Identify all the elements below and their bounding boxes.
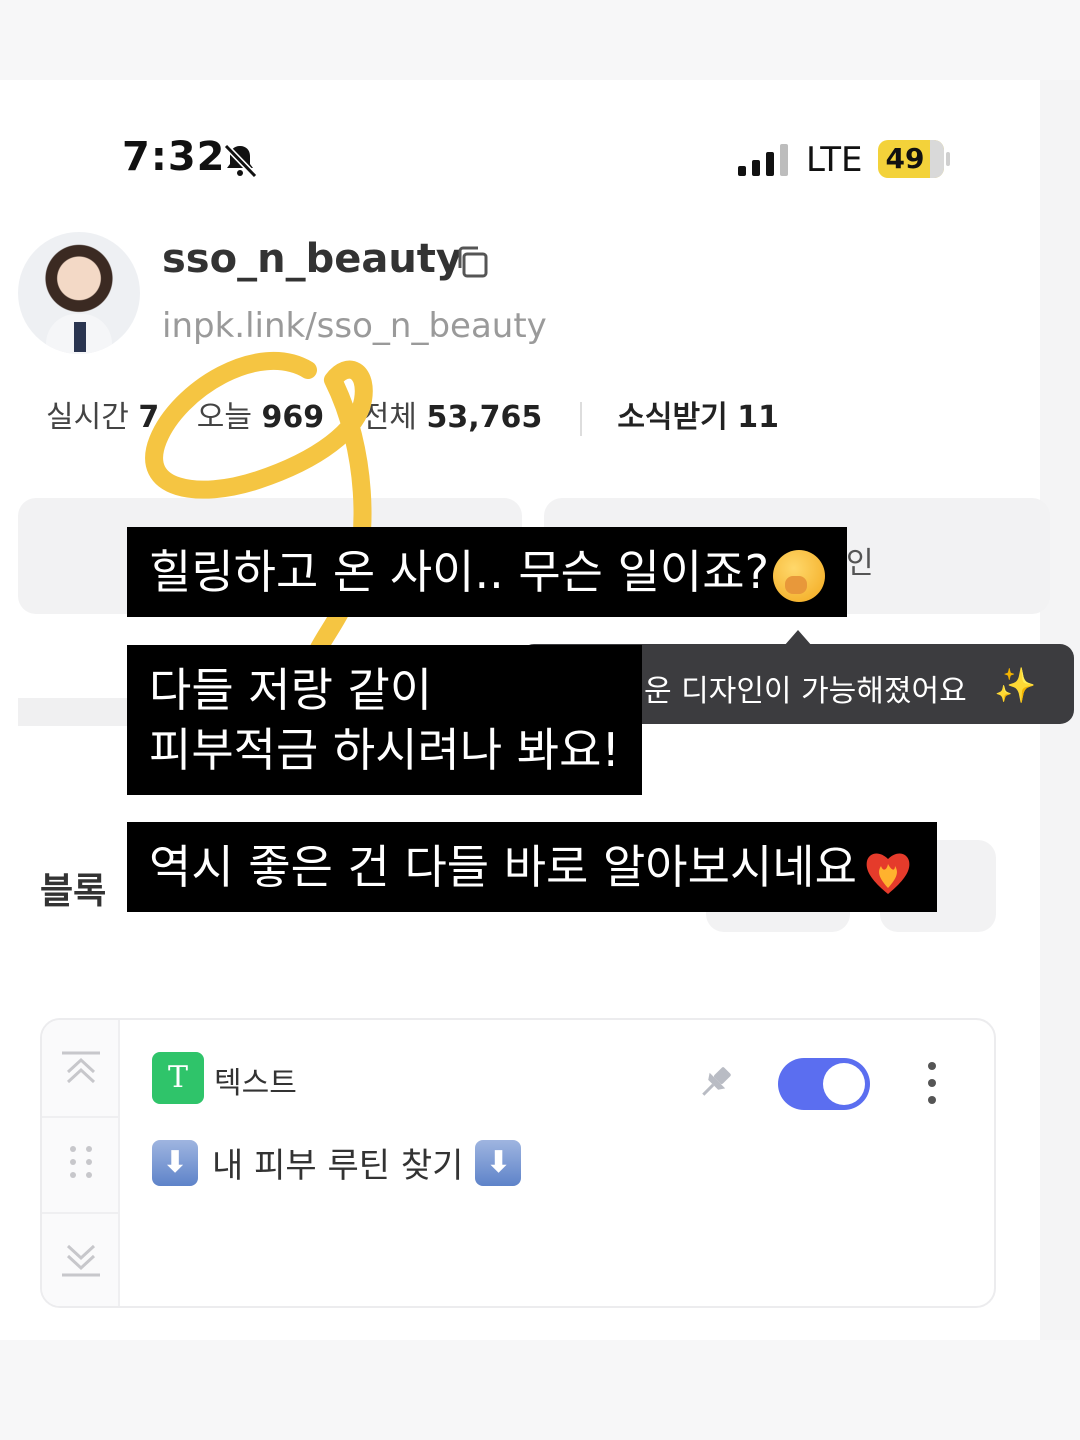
text-type-badge: T: [152, 1052, 204, 1104]
battery-indicator: 49: [878, 140, 944, 178]
caption-text: 힐링하고 온 사이.. 무슨 일이죠?: [149, 545, 769, 599]
battery-empty-part: [930, 140, 944, 178]
copy-icon[interactable]: [452, 242, 492, 282]
stats-divider: [579, 401, 582, 436]
tooltip-text: 운 디자인이 가능해졌어요: [644, 674, 967, 709]
subscribe-value: 11: [737, 400, 780, 435]
block-type-label: 텍스트: [214, 1066, 297, 1101]
shushing-face-emoji: [773, 549, 825, 602]
chevron-up-icon[interactable]: [60, 1050, 102, 1090]
total-value: 53,765: [426, 400, 543, 435]
username: sso_n_beauty: [162, 236, 462, 282]
card-reorder-rail: [42, 1020, 120, 1306]
rail-divider: [42, 1116, 120, 1118]
subscribe-label[interactable]: 소식받기: [617, 392, 727, 436]
block-text: 내 피부 루틴 찾기: [212, 1146, 464, 1186]
visibility-toggle[interactable]: [778, 1058, 870, 1110]
pin-icon[interactable]: [696, 1062, 736, 1102]
status-time: 7:32: [122, 134, 226, 180]
caption-text: 역시 좋은 건 다들 바로 알아보시네요: [149, 840, 857, 894]
rail-divider: [42, 1212, 120, 1214]
text-block-card[interactable]: T 텍스트 ⬇ 내 피부 루틴 찾기 ⬇: [40, 1018, 996, 1308]
arrow-down-icon: ⬇: [152, 1139, 198, 1186]
avatar-collar: [74, 322, 86, 352]
sparkle-icon: ✨: [994, 666, 1037, 706]
caption-line-2: 다들 저랑 같이 피부적금 하시려나 봐요!: [127, 645, 642, 795]
caption-line-3: 역시 좋은 건 다들 바로 알아보시네요: [127, 822, 937, 912]
block-text-content: ⬇ 내 피부 루틴 찾기 ⬇: [152, 1138, 522, 1187]
avatar[interactable]: [18, 232, 140, 354]
block-section-label: 블록: [40, 871, 107, 912]
network-label: LTE: [806, 140, 863, 180]
caption-line-1: 힐링하고 온 사이.. 무슨 일이죠?: [127, 527, 847, 617]
heart-on-fire-emoji: [866, 852, 910, 894]
caption-text: 다들 저랑 같이: [149, 663, 433, 717]
caption-text: 피부적금 하시려나 봐요!: [149, 723, 620, 777]
grip-icon[interactable]: [68, 1144, 94, 1180]
battery-level: 49: [885, 142, 925, 175]
battery-nub: [946, 152, 950, 166]
more-vertical-icon[interactable]: [918, 1060, 946, 1106]
signal-icon: [738, 144, 788, 176]
arrow-down-icon: ⬇: [475, 1139, 522, 1186]
bell-slash-icon: [223, 143, 258, 179]
realtime-label: 실시간: [46, 400, 129, 435]
toggle-knob: [823, 1063, 865, 1105]
right-button-label-fragment: 인: [846, 546, 874, 581]
chevron-down-icon[interactable]: [60, 1238, 102, 1278]
